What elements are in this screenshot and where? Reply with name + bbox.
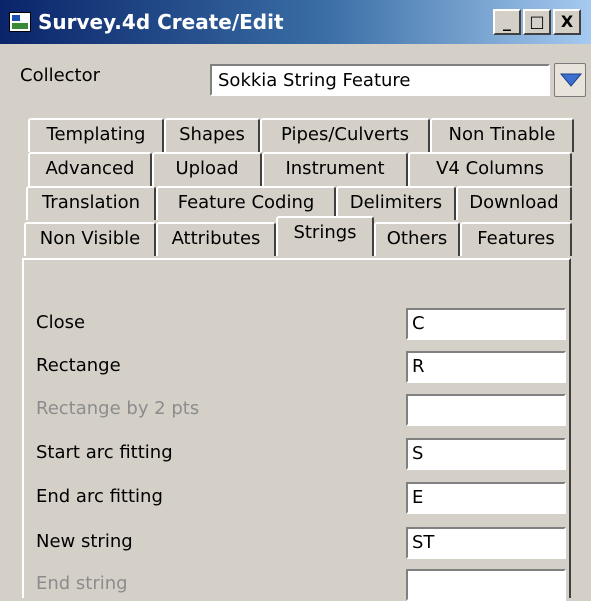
tab-strings[interactable]: Strings xyxy=(276,216,374,256)
close-field[interactable]: C xyxy=(406,308,566,340)
close-label: Close xyxy=(36,312,86,333)
tab-instrument[interactable]: Instrument xyxy=(262,152,408,186)
window-title: Survey.4d Create/Edit xyxy=(38,10,284,34)
rectange-label: Rectange xyxy=(36,355,121,376)
end-arc-fitting-label: End arc fitting xyxy=(36,486,163,507)
tab-non-tinable[interactable]: Non Tinable xyxy=(430,118,574,152)
tab-templating[interactable]: Templating xyxy=(28,118,164,152)
collector-dropdown-button[interactable] xyxy=(554,63,586,97)
tab-non-visible[interactable]: Non Visible xyxy=(24,222,156,256)
title-bar[interactable]: Survey.4d Create/Edit _ □ X xyxy=(0,0,591,44)
tab-v4-columns[interactable]: V4 Columns xyxy=(408,152,572,186)
app-icon[interactable] xyxy=(9,12,31,32)
collector-combo[interactable]: Sokkia String Feature xyxy=(210,64,550,96)
rectange-field[interactable]: R xyxy=(406,351,566,383)
end-string-label: End string xyxy=(36,573,128,594)
new-string-label: New string xyxy=(36,531,133,552)
tab-translation[interactable]: Translation xyxy=(26,186,156,220)
tab-delimiters[interactable]: Delimiters xyxy=(336,186,456,220)
collector-value: Sokkia String Feature xyxy=(218,70,411,91)
start-arc-fitting-label: Start arc fitting xyxy=(36,442,173,463)
tab-attributes[interactable]: Attributes xyxy=(156,222,276,256)
end-arc-fitting-field[interactable]: E xyxy=(406,482,566,514)
tab-others[interactable]: Others xyxy=(374,222,460,256)
tab-feature-coding[interactable]: Feature Coding xyxy=(156,186,336,220)
maximize-button[interactable]: □ xyxy=(523,9,551,35)
new-string-field[interactable]: ST xyxy=(406,527,566,559)
collector-label: Collector xyxy=(20,65,101,86)
rectange-by-2-pts-field[interactable] xyxy=(406,394,566,426)
close-button[interactable]: X xyxy=(553,9,581,35)
rectange-by-2-pts-label: Rectange by 2 pts xyxy=(36,398,200,419)
tab-upload[interactable]: Upload xyxy=(152,152,262,186)
chevron-down-icon xyxy=(560,73,582,87)
end-string-field[interactable] xyxy=(406,569,566,601)
tab-features[interactable]: Features xyxy=(460,222,572,256)
start-arc-fitting-field[interactable]: S xyxy=(406,438,566,470)
tab-download[interactable]: Download xyxy=(456,186,572,220)
tab-advanced[interactable]: Advanced xyxy=(28,152,152,186)
minimize-button[interactable]: _ xyxy=(493,9,521,35)
tab-shapes[interactable]: Shapes xyxy=(164,118,260,152)
tab-pipes-culverts[interactable]: Pipes/Culverts xyxy=(260,118,430,152)
